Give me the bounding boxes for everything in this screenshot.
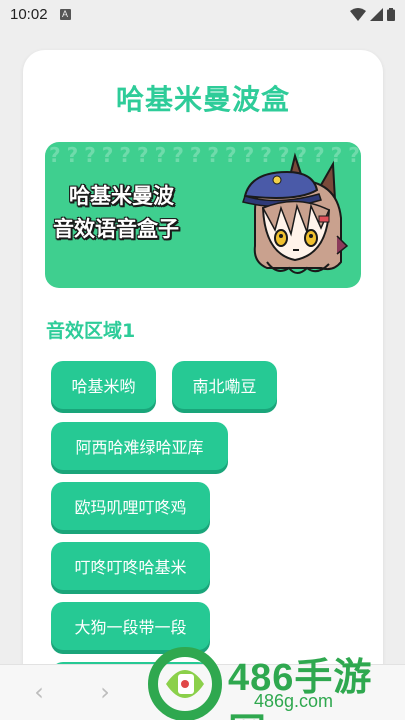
mascot-illustration (242, 152, 349, 274)
watermark: 486手游网 486g.com (146, 644, 405, 720)
watermark-logo-icon (148, 647, 222, 720)
sound-button-1[interactable]: 哈基米哟 (51, 361, 156, 409)
sound-button-3[interactable]: 阿西哈难绿哈亚库 (51, 422, 228, 470)
sound-button-2[interactable]: 南北嘞豆 (172, 361, 277, 409)
banner-text: 哈基米曼波 音效语音盒子 (53, 180, 179, 246)
signal-icon (370, 7, 383, 21)
status-time: 10:02 (10, 5, 48, 23)
back-icon[interactable]: ‹ (26, 678, 52, 706)
banner-line2: 音效语音盒子 (53, 217, 179, 241)
notification-icon: A (59, 8, 71, 20)
banner-line1: 哈基米曼波 (69, 184, 174, 208)
main-card: 哈基米曼波盒 ?????????????????????????????????… (23, 50, 383, 720)
wifi-icon (350, 7, 366, 21)
sound-button-5[interactable]: 叮咚叮咚哈基米 (51, 542, 210, 590)
status-icons (350, 7, 395, 21)
watermark-domain: 486g.com (254, 691, 334, 711)
status-bar: 10:02 A (0, 0, 405, 28)
battery-icon (387, 7, 395, 21)
sound-button-6[interactable]: 大狗一段带一段 (51, 602, 210, 650)
app-banner: ????????????????????????????????????????… (45, 142, 361, 288)
forward-icon[interactable]: › (92, 678, 118, 706)
app-title: 哈基米曼波盒 (115, 83, 290, 116)
sound-button-4[interactable]: 欧玛叽哩叮咚鸡 (51, 482, 210, 530)
section-title: 音效区域1 (46, 320, 136, 342)
